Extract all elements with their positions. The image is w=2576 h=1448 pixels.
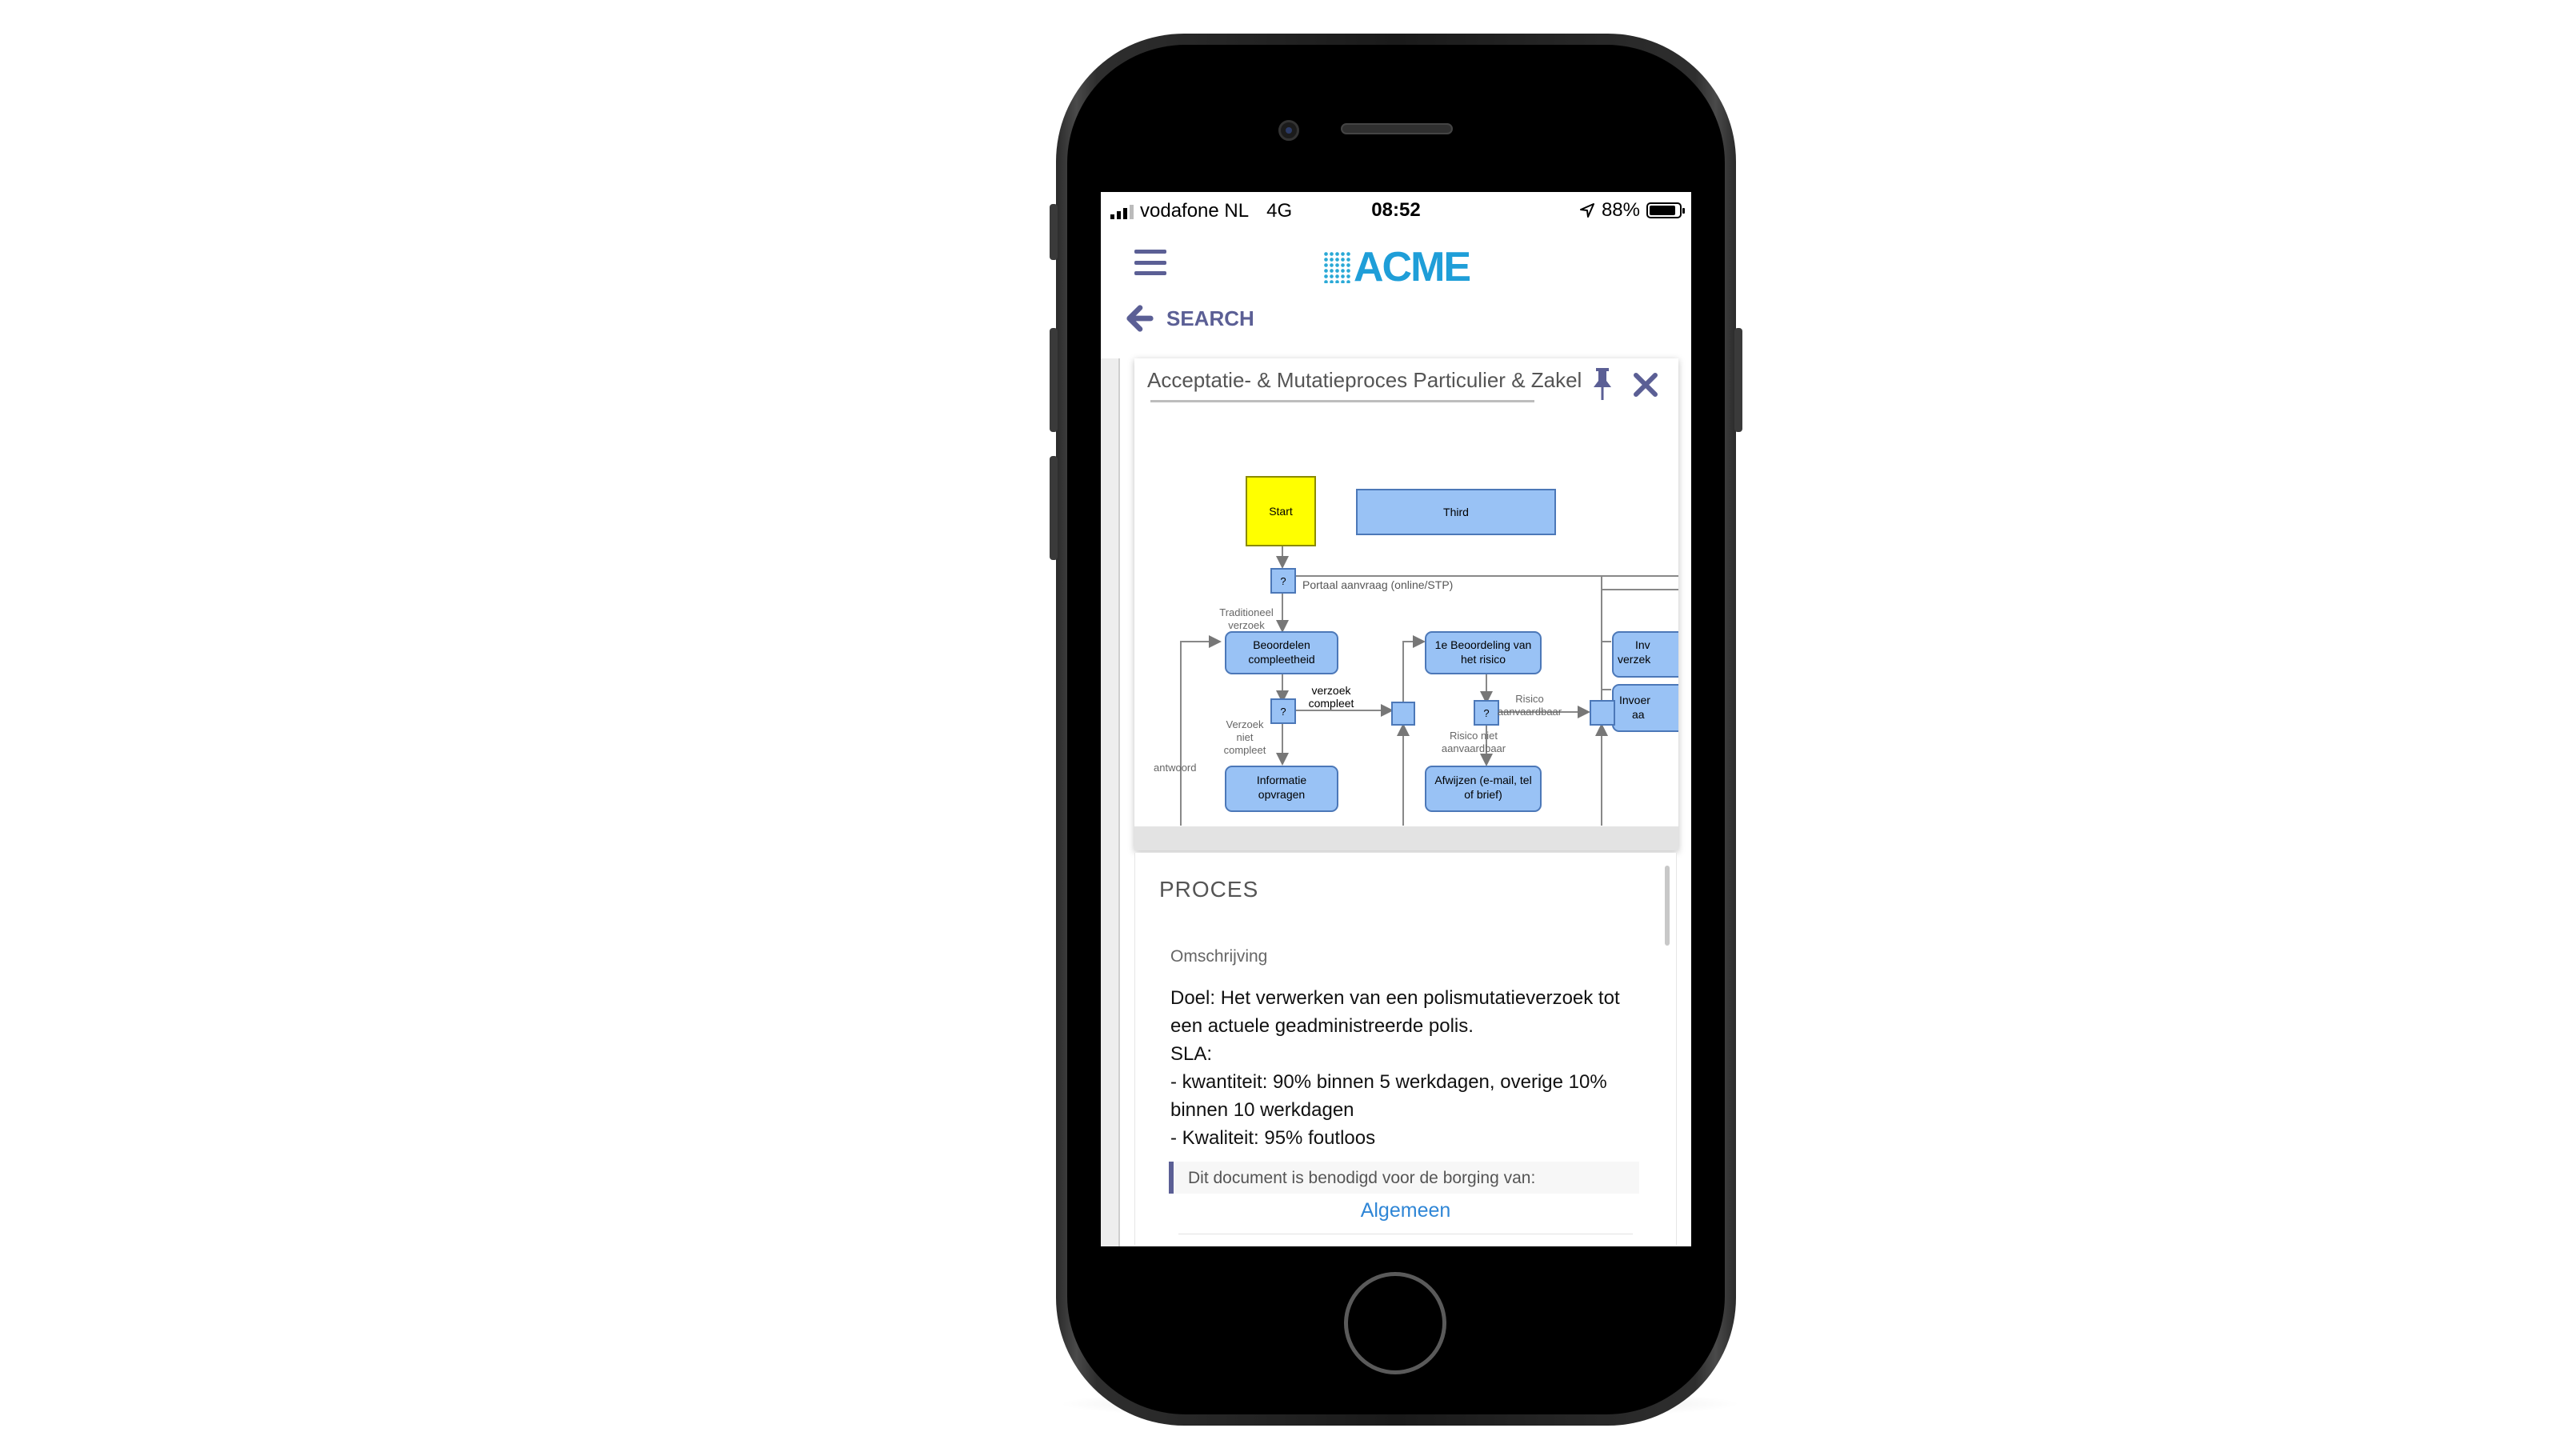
verzoek-label: verzoek [1228, 619, 1265, 631]
niet-compleet-label-3: compleet [1224, 744, 1266, 756]
volume-up-button [1050, 328, 1058, 432]
earpiece-speaker [1341, 123, 1453, 134]
power-button [1734, 328, 1742, 432]
risico-label-1: Risico [1515, 693, 1543, 705]
decision-node-1-label: ? [1280, 575, 1286, 587]
pin-icon[interactable] [1589, 366, 1616, 402]
arrow-left-icon [1126, 305, 1154, 332]
beoordelen-label-1: Beoordelen [1253, 638, 1310, 651]
card-footer [1134, 826, 1678, 850]
home-button[interactable] [1344, 1272, 1446, 1374]
front-camera [1278, 120, 1299, 141]
card-title: Acceptatie- & Mutatieproces Particulier … [1147, 368, 1582, 392]
volume-down-button [1050, 456, 1058, 560]
logo-text: ACME [1354, 244, 1471, 290]
borging-text: Dit document is benodigd voor de borging… [1188, 1169, 1536, 1187]
risico-niet-label-1: Risico niet [1450, 730, 1498, 742]
status-right: 88% [1579, 199, 1685, 222]
invoer-node-1-label-1: Inv [1635, 638, 1650, 651]
proces-panel: PROCES Omschrijving Doel: Het verwerken … [1134, 853, 1677, 1245]
acme-logo: ACME [1323, 243, 1471, 291]
invoer-node-2[interactable] [1612, 684, 1678, 732]
phone-screen: vodafone NL 4G 08:52 88% ACME SEARCH Acc… [1101, 192, 1691, 1246]
location-arrow-icon [1579, 203, 1594, 218]
informatie-label-1: Informatie [1257, 774, 1306, 786]
informatie-label-2: opvragen [1258, 788, 1305, 801]
merge-node-2[interactable] [1590, 700, 1615, 726]
description-line: - Kwaliteit: 95% foutloos [1170, 1127, 1376, 1149]
description-line: - kwantiteit: 90% binnen 5 werkdagen, ov… [1170, 1071, 1607, 1093]
afwijzen-label-2: of brief) [1464, 788, 1502, 801]
omschrijving-label: Omschrijving [1170, 947, 1268, 966]
algemeen-link[interactable]: Algemeen [1135, 1199, 1676, 1222]
description-line: binnen 10 werkdagen [1170, 1099, 1354, 1121]
invoer-node-2-label-1: Invoer [1619, 694, 1650, 706]
scrollbar[interactable] [1665, 866, 1670, 946]
back-label: SEARCH [1166, 306, 1254, 330]
afwijzen-label-1: Afwijzen (e-mail, tel [1434, 774, 1531, 786]
decision-node-3-label: ? [1483, 707, 1489, 719]
verzoek-compleet-label-2: compleet [1309, 697, 1354, 710]
decision-node-2-label: ? [1280, 706, 1286, 718]
beoordeling-label-2: het risico [1461, 653, 1506, 666]
app-header: ACME [1101, 227, 1691, 291]
niet-compleet-label-1: Verzoek [1226, 718, 1264, 730]
proces-title: PROCES [1159, 877, 1259, 902]
flowchart-svg: Start Third ? Portaal aanvraag (online/S… [1154, 476, 1678, 826]
side-panel-edge[interactable] [1101, 358, 1120, 1246]
invoer-node-1-label-2: verzek [1618, 653, 1651, 666]
battery-icon [1646, 202, 1685, 218]
beoordeling-label-1: 1e Beoordeling van [1435, 638, 1532, 651]
hamburger-menu-icon[interactable] [1134, 250, 1166, 275]
risico-niet-label-2: aanvaardbaar [1442, 742, 1506, 754]
verzoek-compleet-label-1: verzoek [1311, 684, 1351, 697]
description: Doel: Het verwerken van een polismutatie… [1170, 984, 1650, 1152]
description-line: een actuele geadministreerde polis. [1170, 1015, 1474, 1037]
close-icon[interactable] [1632, 371, 1659, 398]
risico-label-2: aanvaardbaar [1498, 706, 1562, 718]
description-line: Doel: Het verwerken van een polismutatie… [1170, 987, 1620, 1009]
flowchart[interactable]: Start Third ? Portaal aanvraag (online/S… [1134, 410, 1678, 826]
logo-dots-icon [1323, 251, 1350, 283]
start-node-label: Start [1269, 505, 1293, 518]
niet-compleet-label-2: niet [1237, 731, 1254, 743]
invoer-node-2-label-2: aa [1632, 708, 1645, 721]
process-diagram-card: Acceptatie- & Mutatieproces Particulier … [1134, 358, 1678, 850]
title-underline [1150, 400, 1534, 402]
description-line: SLA: [1170, 1043, 1213, 1065]
third-node-label: Third [1443, 506, 1469, 518]
antwoord-label: antwoord [1154, 762, 1196, 774]
back-to-search[interactable]: SEARCH [1125, 302, 1254, 334]
card-header: Acceptatie- & Mutatieproces Particulier … [1134, 358, 1678, 410]
traditioneel-label: Traditioneel [1219, 606, 1274, 618]
mute-switch [1050, 204, 1058, 260]
merge-node-1[interactable] [1391, 702, 1415, 726]
borging-note: Dit document is benodigd voor de borging… [1169, 1162, 1639, 1194]
battery-percent: 88% [1601, 199, 1640, 221]
beoordelen-label-2: compleetheid [1248, 653, 1314, 666]
status-bar: vodafone NL 4G 08:52 88% [1101, 192, 1691, 227]
portaal-label: Portaal aanvraag (online/STP) [1302, 578, 1453, 591]
